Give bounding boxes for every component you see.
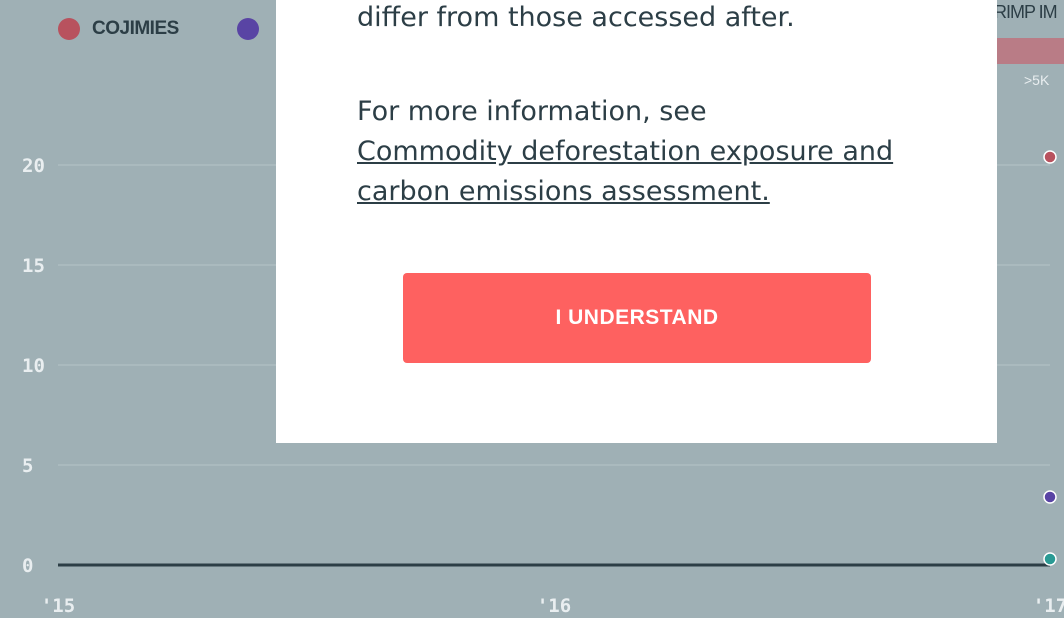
legend-label: COJIMIES <box>92 18 179 39</box>
data-point <box>1043 150 1057 164</box>
i-understand-button[interactable]: I UNDERSTAND <box>403 273 871 363</box>
y-tick-label: 15 <box>22 255 45 277</box>
x-tick-label: '17 <box>1033 595 1064 617</box>
modal-paragraph-2: For more information, see Commodity defo… <box>357 92 917 212</box>
modal-paragraph-2-prefix: For more information, see <box>357 96 707 127</box>
y-tick-label: 5 <box>22 455 33 477</box>
y-tick-label: 20 <box>22 155 45 177</box>
top-right-bar <box>994 38 1064 64</box>
legend-item-second[interactable] <box>236 18 271 40</box>
legend-dot-red <box>58 18 80 40</box>
y-tick-label: 10 <box>22 355 45 377</box>
top-right-range: >5K <box>1024 72 1050 88</box>
data-point <box>1043 490 1057 504</box>
legend-dot-purple <box>236 18 259 40</box>
modal-paragraph-1: Numbers accessed before that date will d… <box>357 2 795 33</box>
data-point <box>1043 552 1057 566</box>
assessment-link[interactable]: Commodity deforestation exposure and car… <box>357 136 893 207</box>
y-tick-label: 0 <box>22 555 33 577</box>
top-right-label: RIMP IM <box>994 2 1058 22</box>
x-tick-label: '16 <box>537 595 571 617</box>
x-tick-label: '15 <box>41 595 75 617</box>
notice-modal: Numbers accessed before that date will d… <box>276 0 997 443</box>
legend-item-cojimies[interactable]: COJIMIES <box>58 18 179 40</box>
